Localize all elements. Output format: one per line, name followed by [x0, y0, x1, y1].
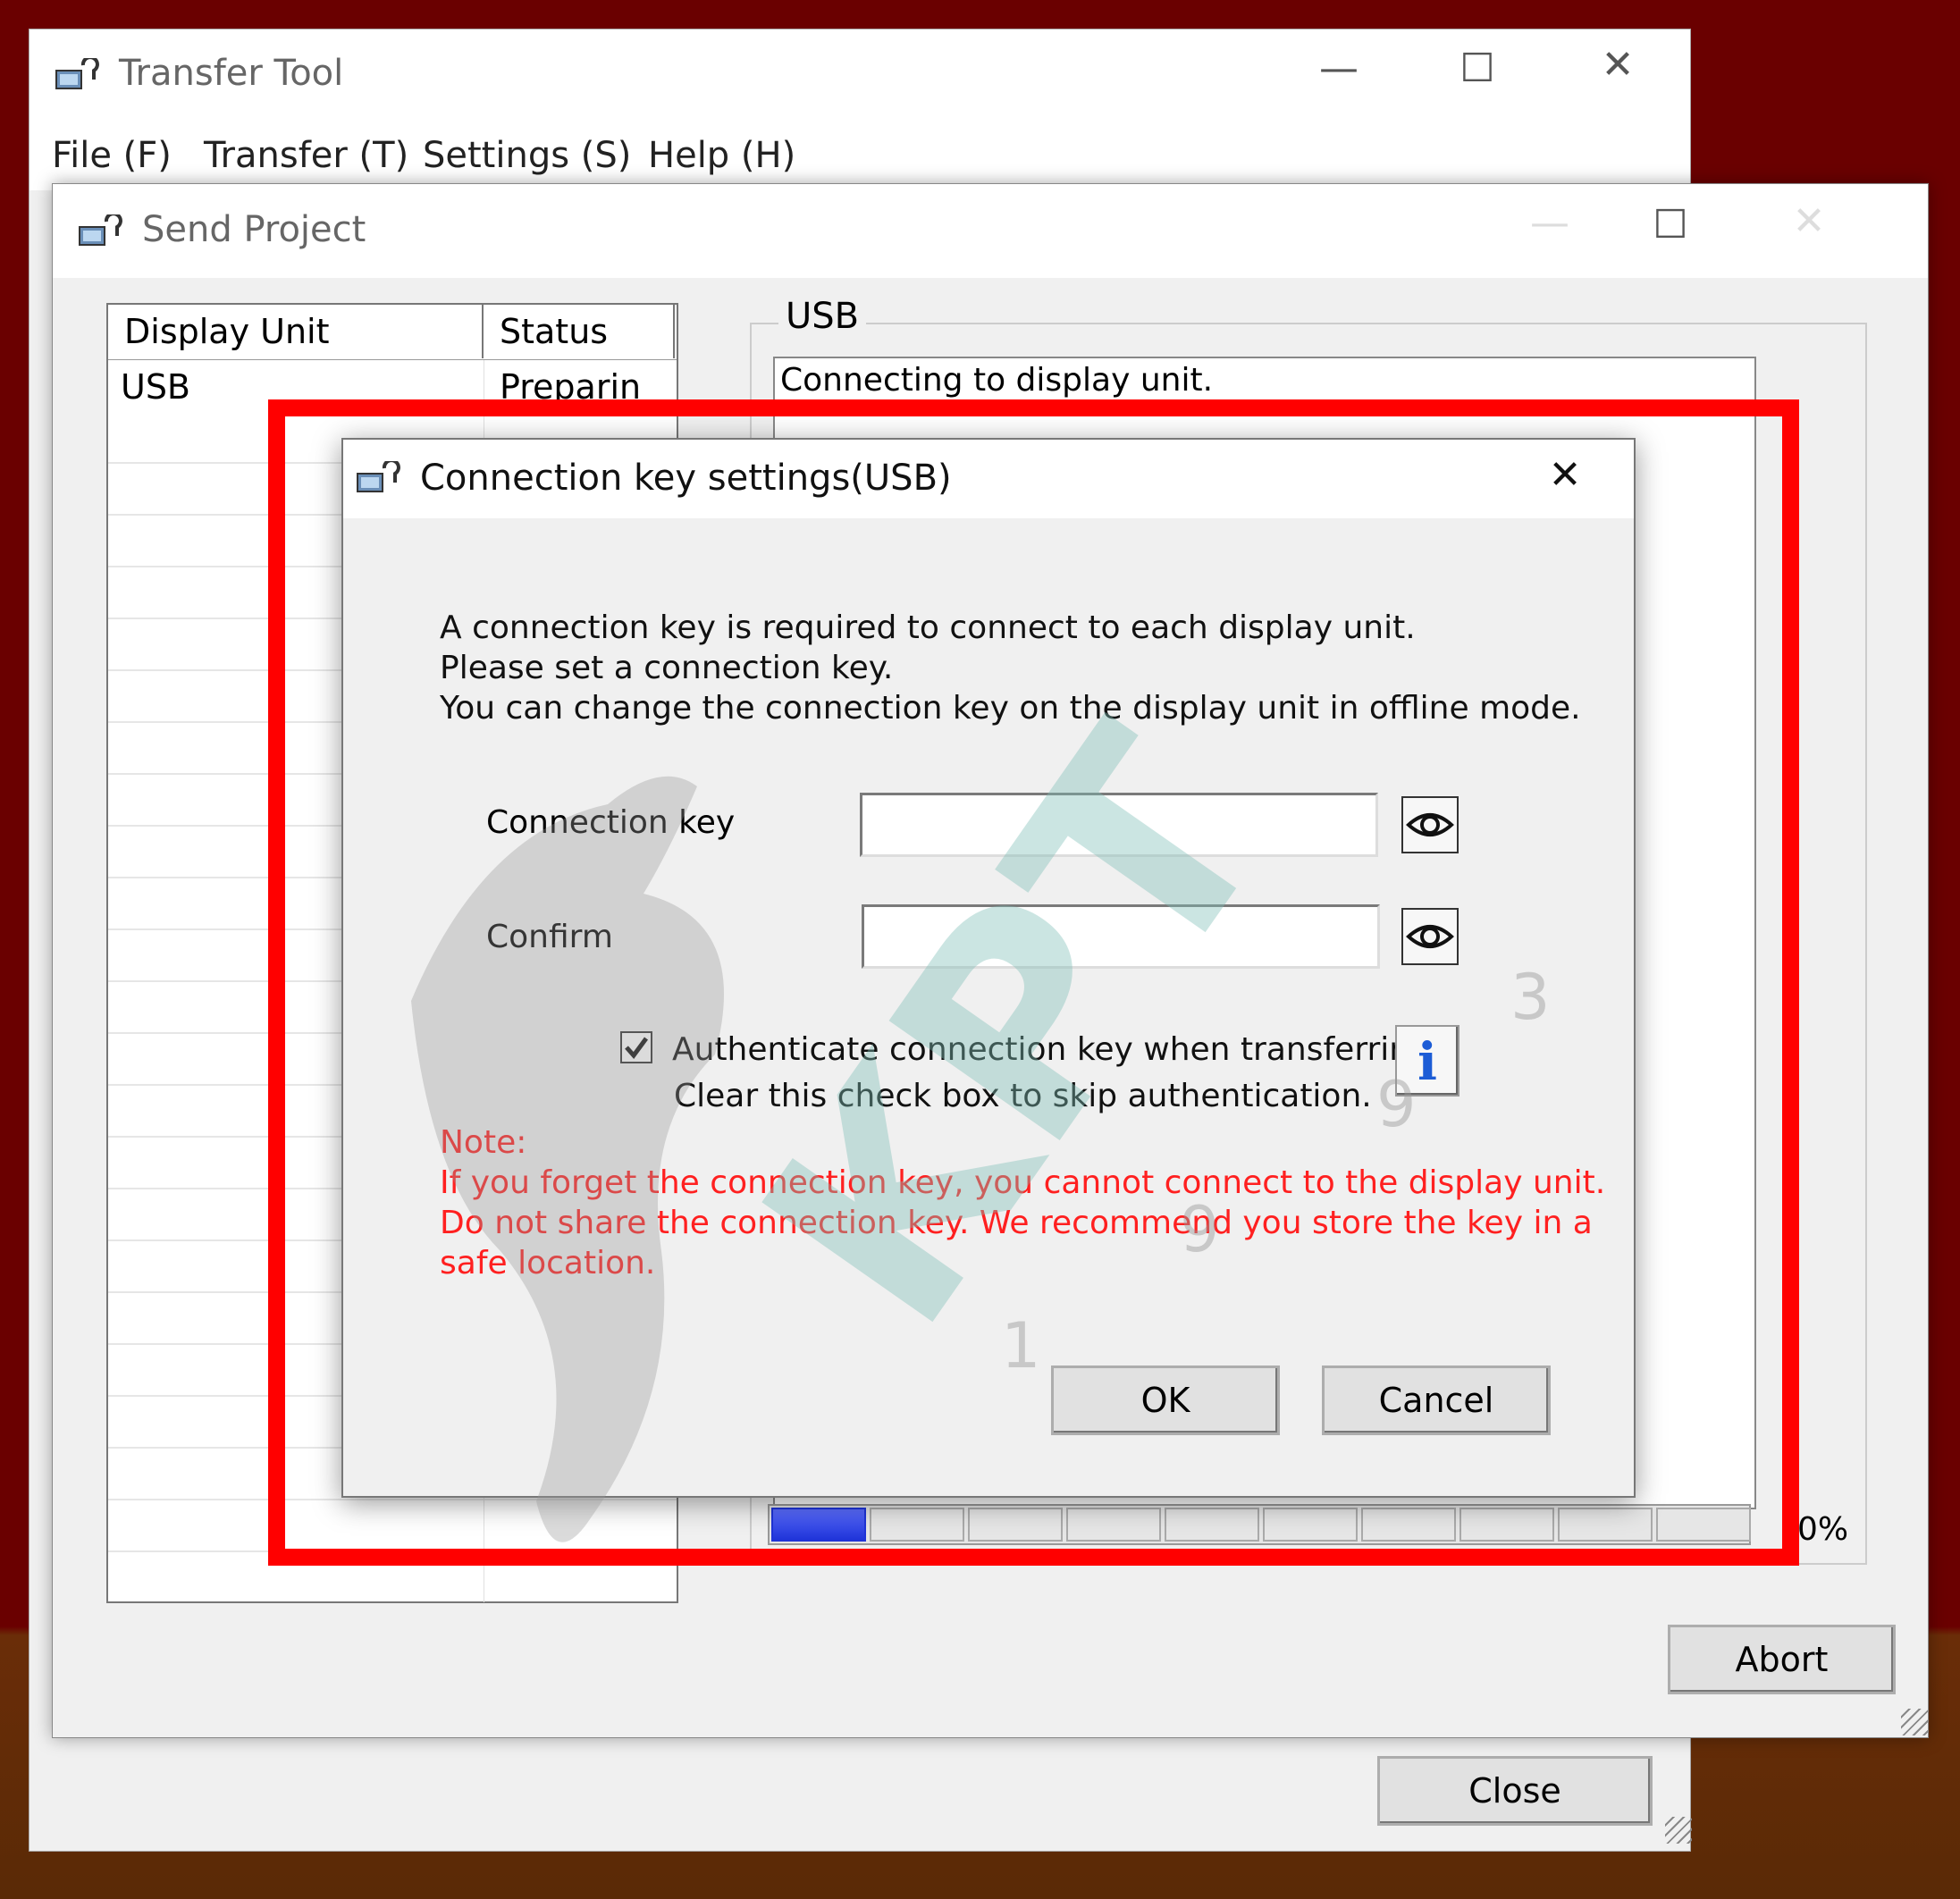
resize-grip-icon[interactable] [1901, 1709, 1928, 1735]
send-project-title: Send Project [142, 209, 366, 250]
abort-button[interactable]: Abort [1668, 1625, 1896, 1694]
close-button[interactable]: Close [1377, 1756, 1653, 1826]
menu-help[interactable]: Help (H) [648, 135, 795, 176]
list-header: Display Unit Status [108, 305, 677, 360]
progress-percent: 0% [1797, 1511, 1849, 1548]
minimize-icon: — [1530, 200, 1569, 246]
maximize-icon[interactable]: ☐ [1437, 46, 1518, 91]
maximize-icon[interactable]: ☐ [1630, 202, 1711, 248]
column-status[interactable]: Status [484, 305, 675, 358]
send-project-icon [79, 214, 122, 246]
send-project-titlebar: Send Project — ☐ ✕ [53, 184, 1928, 278]
transfer-tool-titlebar: Transfer Tool — ☐ ✕ [29, 29, 1690, 119]
status-log-text: Connecting to display unit. [780, 362, 1214, 399]
resize-grip-icon[interactable] [1665, 1817, 1692, 1844]
column-display-unit[interactable]: Display Unit [108, 305, 484, 358]
minimize-icon[interactable]: — [1299, 46, 1379, 91]
transfer-app-icon [55, 58, 99, 89]
menu-file[interactable]: File (F) [52, 135, 172, 176]
usb-group-label: USB [778, 296, 867, 337]
menu-transfer[interactable]: Transfer (T) [204, 135, 408, 176]
close-icon: ✕ [1792, 198, 1826, 244]
highlight-box [268, 399, 1799, 1566]
menu-bar: File (F) Transfer (T) Settings (S) Help … [29, 119, 1690, 190]
menu-settings[interactable]: Settings (S) [423, 135, 631, 176]
close-icon[interactable]: ✕ [1577, 42, 1658, 88]
row-unit-cell[interactable]: USB [121, 367, 190, 407]
transfer-tool-title: Transfer Tool [119, 53, 344, 94]
